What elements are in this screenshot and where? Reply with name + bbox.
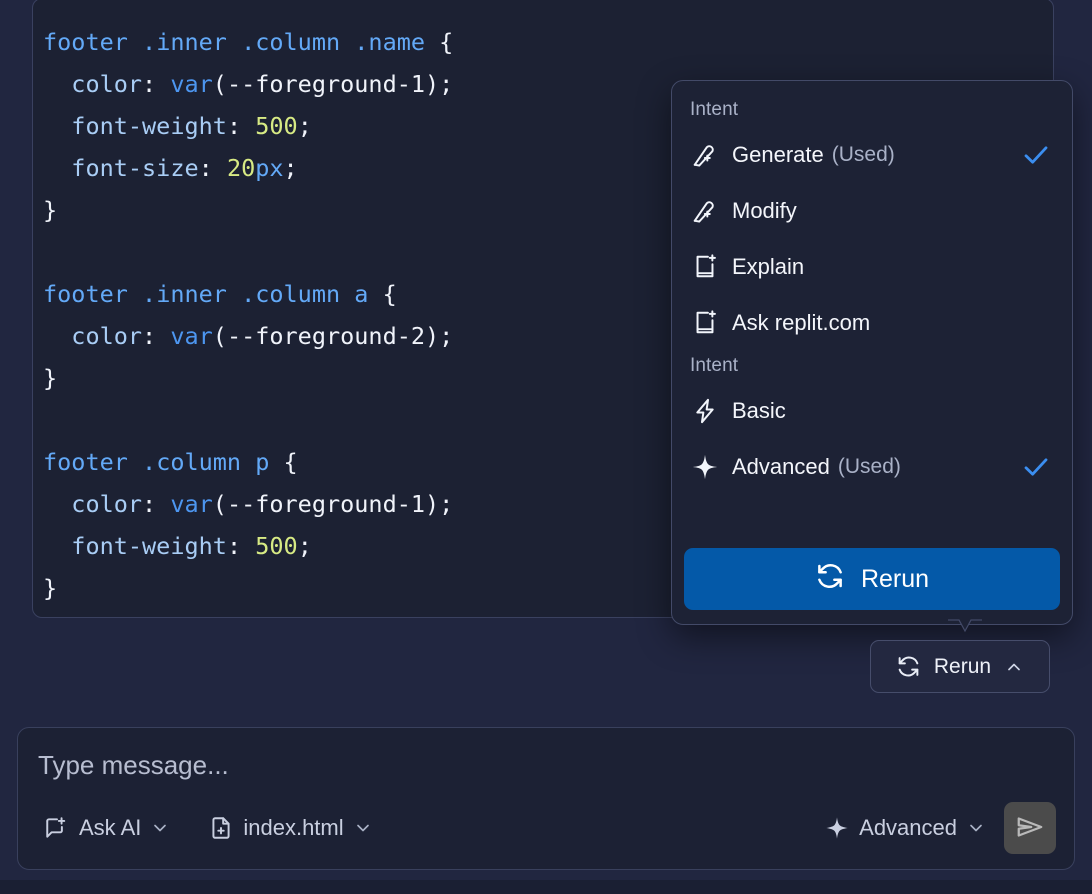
ai-assistant-panel: footer .inner .column .name { color: var… — [0, 0, 1092, 894]
magic-pen-icon — [688, 141, 722, 169]
menu-item-used-badge: (Used) — [838, 455, 901, 479]
model-mode-label: Advanced — [859, 815, 957, 841]
message-composer[interactable]: Type message... Ask AI — [17, 727, 1075, 870]
refresh-icon — [815, 561, 845, 598]
dropdown-pointer-tail — [948, 619, 982, 635]
chevron-down-icon[interactable] — [966, 818, 986, 838]
file-name-label: index.html — [243, 815, 343, 841]
check-icon — [1020, 451, 1052, 483]
ask-ai-label: Ask AI — [79, 815, 141, 841]
menu-item-label: Basic — [732, 398, 786, 424]
menu-item-label: Explain — [732, 254, 804, 280]
rerun-button-label: Rerun — [861, 565, 929, 594]
file-plus-icon — [208, 815, 234, 841]
rerun-button[interactable]: Rerun — [684, 548, 1060, 610]
menu-item-label: Generate — [732, 142, 824, 168]
chat-sparkle-icon — [44, 815, 70, 841]
magic-pen-icon — [688, 197, 722, 225]
sparkle-star-icon — [688, 453, 722, 481]
send-button[interactable] — [1004, 802, 1056, 854]
mode-option-basic[interactable]: Basic — [684, 383, 1060, 439]
model-mode-selector[interactable]: Advanced — [816, 807, 994, 849]
file-sparkle-icon — [688, 309, 722, 337]
refresh-icon — [896, 654, 921, 679]
chevron-up-icon[interactable] — [1004, 657, 1024, 677]
menu-item-label: Modify — [732, 198, 797, 224]
window-bottom-strip — [0, 880, 1092, 894]
rerun-split-label: Rerun — [934, 655, 991, 679]
menu-item-label: Advanced — [732, 454, 830, 480]
code-line: footer .inner .column .name { — [43, 21, 1053, 63]
intent-dropdown-menu: Intent Generate (Used) Modify Explain Ask re… — [671, 80, 1073, 625]
chevron-down-icon[interactable] — [353, 818, 373, 838]
message-input-placeholder[interactable]: Type message... — [38, 750, 229, 781]
check-icon — [1020, 139, 1052, 171]
lightning-icon — [688, 397, 722, 425]
intent-option-explain[interactable]: Explain — [684, 239, 1060, 295]
intent-option-modify[interactable]: Modify — [684, 183, 1060, 239]
mode-option-advanced[interactable]: Advanced (Used) — [684, 439, 1060, 495]
chevron-down-icon[interactable] — [150, 818, 170, 838]
file-selector[interactable]: index.html — [200, 807, 380, 849]
group-label-mode: Intent — [672, 351, 1072, 383]
intent-options-list: Generate (Used) Modify Explain Ask replit.co… — [672, 127, 1072, 351]
group-label-intent: Intent — [672, 95, 1072, 127]
rerun-split-button[interactable]: Rerun — [870, 640, 1050, 693]
ask-ai-selector[interactable]: Ask AI — [36, 807, 178, 849]
sparkle-star-icon — [824, 815, 850, 841]
intent-option-generate[interactable]: Generate (Used) — [684, 127, 1060, 183]
file-sparkle-icon — [688, 253, 722, 281]
send-icon — [1015, 812, 1045, 845]
menu-item-label: Ask replit.com — [732, 310, 870, 336]
mode-options-list: Basic Advanced (Used) — [672, 383, 1072, 495]
intent-option-ask-replit-com[interactable]: Ask replit.com — [684, 295, 1060, 351]
composer-toolbar: Ask AI index.html — [36, 803, 1056, 853]
menu-item-used-badge: (Used) — [832, 143, 895, 167]
